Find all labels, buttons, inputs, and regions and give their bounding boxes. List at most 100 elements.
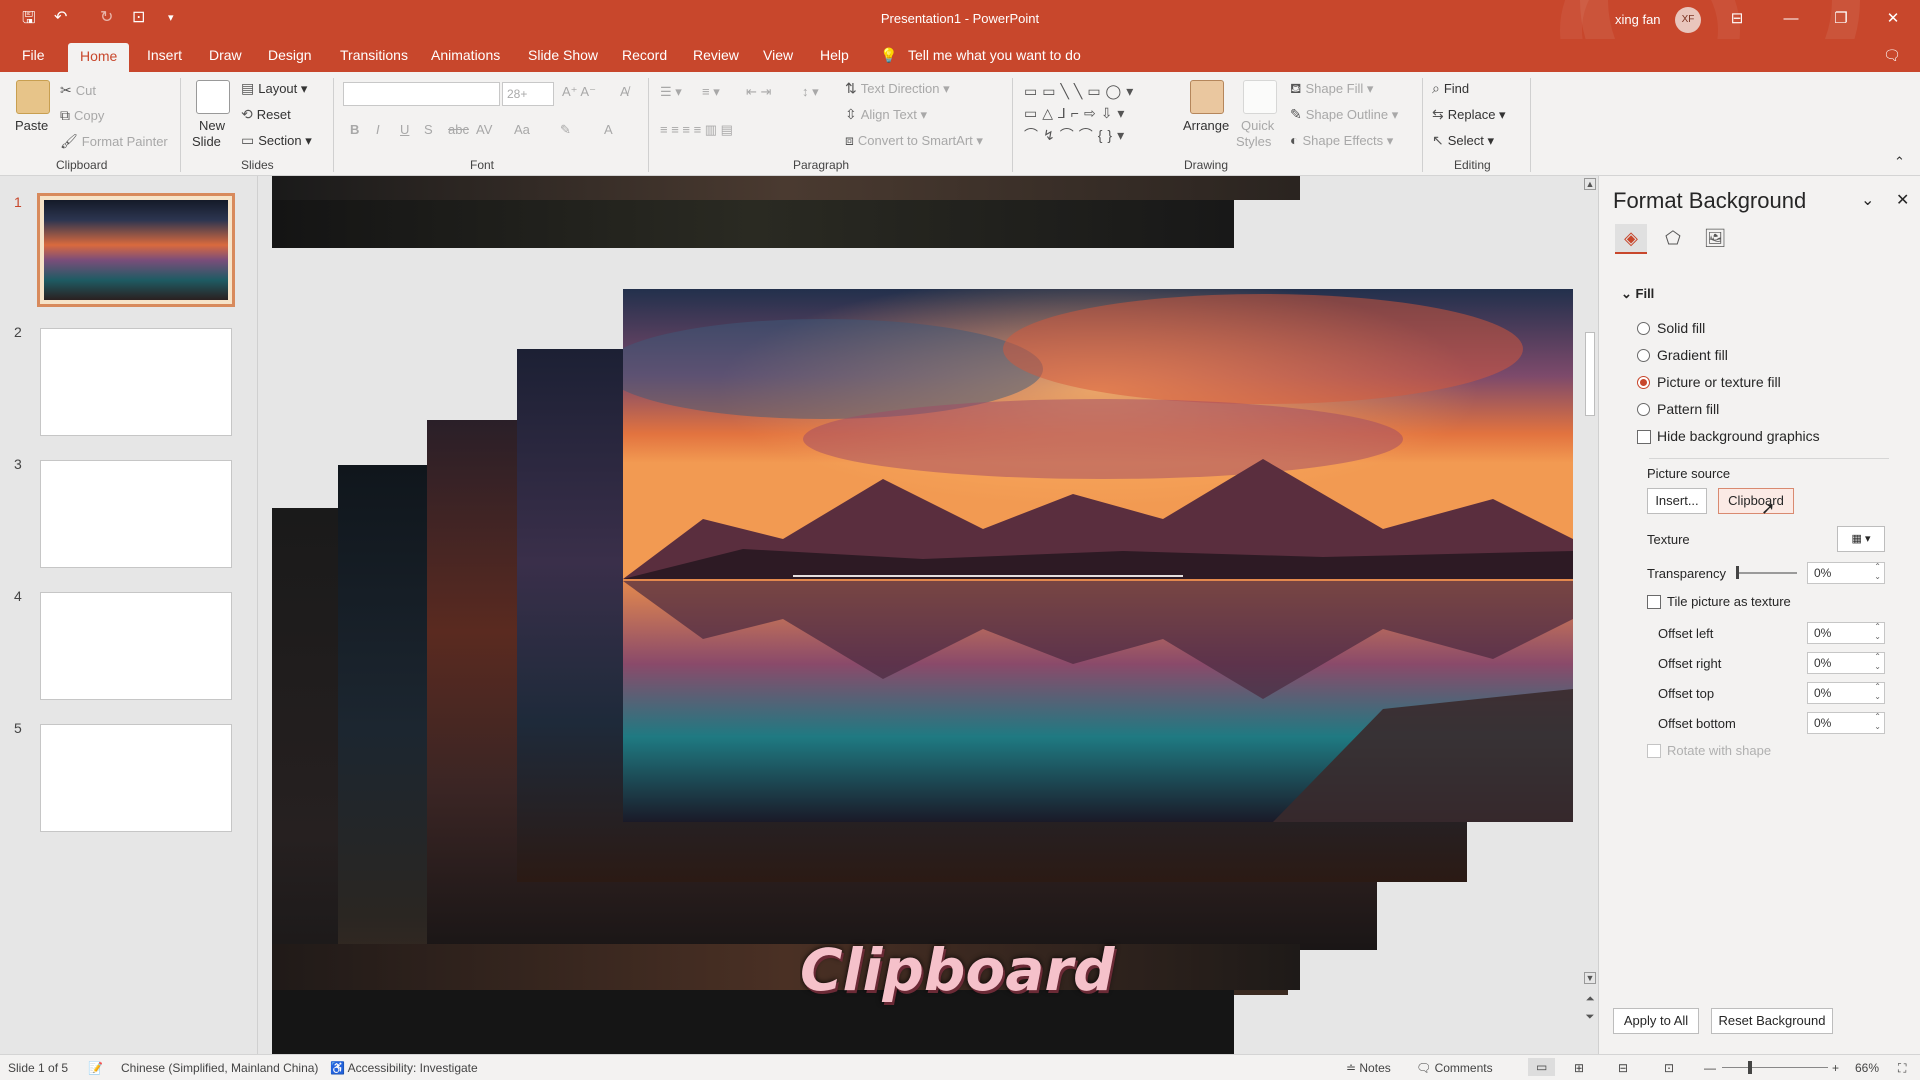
tab-transitions[interactable]: Transitions (340, 47, 408, 63)
tile-picture-label[interactable]: Tile picture as texture (1667, 594, 1791, 609)
zoom-slider-thumb[interactable] (1748, 1061, 1752, 1074)
fit-slide-icon[interactable]: ⛶ (1898, 1061, 1906, 1076)
tab-help[interactable]: Help (820, 47, 849, 63)
font-color-icon[interactable]: A (604, 122, 613, 137)
solid-fill-label[interactable]: Solid fill (1657, 320, 1705, 336)
quick-styles-button[interactable]: Quick (1241, 118, 1274, 133)
new-slide-icon[interactable] (196, 80, 230, 114)
font-name-box[interactable] (343, 82, 500, 106)
close-icon[interactable]: ✕ (1878, 6, 1908, 32)
collapse-ribbon-icon[interactable]: ⌃ (1894, 154, 1905, 170)
grow-font-icon[interactable]: A⁺ A⁻ (562, 84, 596, 100)
paste-icon[interactable] (16, 80, 50, 114)
change-case-icon[interactable]: Aa (514, 122, 530, 137)
clipboard-button[interactable]: Clipboard (1718, 488, 1794, 514)
replace-button[interactable]: ⇆ Replace ▾ (1432, 106, 1506, 123)
spacing-icon[interactable]: AV (476, 122, 492, 137)
slide-thumbnail-5[interactable] (40, 724, 232, 832)
tab-record[interactable]: Record (622, 47, 667, 63)
tab-file[interactable]: File (22, 47, 45, 63)
pattern-fill-radio[interactable] (1637, 403, 1650, 416)
zoom-in-icon[interactable]: + (1832, 1061, 1839, 1075)
shape-fill-button[interactable]: ⛾ Shape Fill ▾ (1290, 80, 1373, 99)
zoom-level[interactable]: 66% (1855, 1061, 1879, 1075)
notes-button[interactable]: ≐ Notes (1346, 1061, 1391, 1075)
italic-icon[interactable]: I (376, 122, 380, 137)
tab-home[interactable]: Home (68, 43, 130, 72)
tab-review[interactable]: Review (693, 47, 739, 63)
slide-thumbnail-2[interactable] (40, 328, 232, 436)
texture-picker[interactable]: ▦ ▾ (1837, 526, 1885, 552)
highlight-icon[interactable]: ✎ (560, 122, 571, 138)
font-size-box[interactable]: 28+ (502, 82, 554, 106)
picture-fill-radio[interactable] (1637, 376, 1650, 389)
offset-right-input[interactable]: 0% (1807, 652, 1885, 674)
new-slide-button[interactable]: New (199, 118, 225, 133)
tell-me-search[interactable]: Tell me what you want to do (908, 47, 1081, 63)
reset-button[interactable]: ⟲ Reset (241, 106, 291, 123)
format-painter-button[interactable]: 🖌 Format Painter (60, 133, 168, 150)
hide-bg-graphics-label[interactable]: Hide background graphics (1657, 428, 1820, 444)
fill-icon[interactable]: ◈ (1615, 224, 1647, 254)
smartart-button[interactable]: ⧈ Convert to SmartArt ▾ (845, 132, 983, 149)
tile-picture-checkbox[interactable] (1647, 595, 1661, 609)
text-direction-button[interactable]: ⇅ Text Direction ▾ (845, 80, 950, 97)
paste-button[interactable]: Paste (15, 118, 48, 133)
fill-section-header[interactable]: ⌄ Fill (1621, 286, 1654, 302)
slideshow-icon[interactable]: ⊡ (1664, 1061, 1674, 1075)
slide-thumbnail-1[interactable] (37, 193, 235, 307)
bullets-icon[interactable]: ☰ ▾ (660, 84, 682, 100)
canvas-scrollbar[interactable]: ▲ ▼ (1582, 176, 1598, 991)
bold-icon[interactable]: B (350, 122, 359, 137)
section-button[interactable]: ▭ Section ▾ (241, 132, 312, 149)
close-pane-icon[interactable]: ✕ (1896, 190, 1909, 210)
quick-styles-label[interactable]: Styles (1236, 134, 1271, 149)
copy-button[interactable]: ⧉ Copy (60, 107, 104, 124)
ribbon-display-icon[interactable]: ⊟ (1722, 6, 1752, 32)
scroll-thumb[interactable] (1585, 332, 1595, 416)
align-text-button[interactable]: ⇳ Align Text ▾ (845, 106, 927, 123)
slider-thumb[interactable] (1736, 566, 1739, 579)
slide-counter[interactable]: Slide 1 of 5 (8, 1061, 68, 1075)
numbering-icon[interactable]: ≡ ▾ (702, 84, 720, 100)
offset-left-input[interactable]: 0% (1807, 622, 1885, 644)
arrange-button[interactable]: Arrange (1183, 118, 1229, 133)
pane-options-icon[interactable]: ⌄ (1861, 190, 1874, 210)
rotate-with-shape-label[interactable]: Rotate with shape (1667, 743, 1771, 758)
solid-fill-radio[interactable] (1637, 322, 1650, 335)
maximize-icon[interactable]: ❐ (1826, 6, 1856, 32)
find-button[interactable]: ⌕ Find (1432, 80, 1469, 97)
minimize-icon[interactable]: — (1776, 6, 1806, 32)
tab-insert[interactable]: Insert (147, 47, 182, 63)
comments-icon[interactable]: 🗨 (1883, 47, 1901, 64)
effects-pentagon-icon[interactable]: ⬠ (1657, 224, 1689, 254)
slide-thumbnail-3[interactable] (40, 460, 232, 568)
rotate-with-shape-checkbox[interactable] (1647, 744, 1661, 758)
offset-bottom-input[interactable]: 0% (1807, 712, 1885, 734)
gradient-fill-radio[interactable] (1637, 349, 1650, 362)
layout-button[interactable]: ▤ Layout ▾ (241, 80, 307, 97)
picture-fill-label[interactable]: Picture or texture fill (1657, 374, 1781, 390)
clear-format-icon[interactable]: A̸ (620, 84, 629, 99)
transparency-slider[interactable] (1737, 572, 1797, 574)
slide-sorter-icon[interactable]: ⊞ (1574, 1061, 1584, 1075)
zoom-slider[interactable] (1722, 1067, 1828, 1068)
indent-icons[interactable]: ⇤ ⇥ (746, 84, 771, 100)
scroll-up-icon[interactable]: ▲ (1584, 178, 1596, 190)
transparency-input[interactable]: 0% (1807, 562, 1885, 584)
gradient-fill-label[interactable]: Gradient fill (1657, 347, 1728, 363)
pattern-fill-label[interactable]: Pattern fill (1657, 401, 1719, 417)
spellcheck-icon[interactable]: 📝 (88, 1061, 103, 1075)
shape-outline-button[interactable]: ✎ Shape Outline ▾ (1290, 106, 1398, 123)
shadow-icon[interactable]: S (424, 122, 433, 137)
tab-slide-show[interactable]: Slide Show (528, 47, 598, 63)
picture-icon[interactable]: 🖼 (1699, 224, 1731, 254)
quick-styles-icon[interactable] (1243, 80, 1277, 114)
comments-button[interactable]: 🗨 Comments (1416, 1061, 1493, 1075)
reset-background-button[interactable]: Reset Background (1711, 1008, 1833, 1034)
tab-animations[interactable]: Animations (431, 47, 500, 63)
strikethrough-icon[interactable]: abc (448, 122, 469, 137)
shape-effects-button[interactable]: ◐ Shape Effects ▾ (1290, 132, 1393, 149)
hide-bg-graphics-checkbox[interactable] (1637, 430, 1651, 444)
tab-design[interactable]: Design (268, 47, 312, 63)
